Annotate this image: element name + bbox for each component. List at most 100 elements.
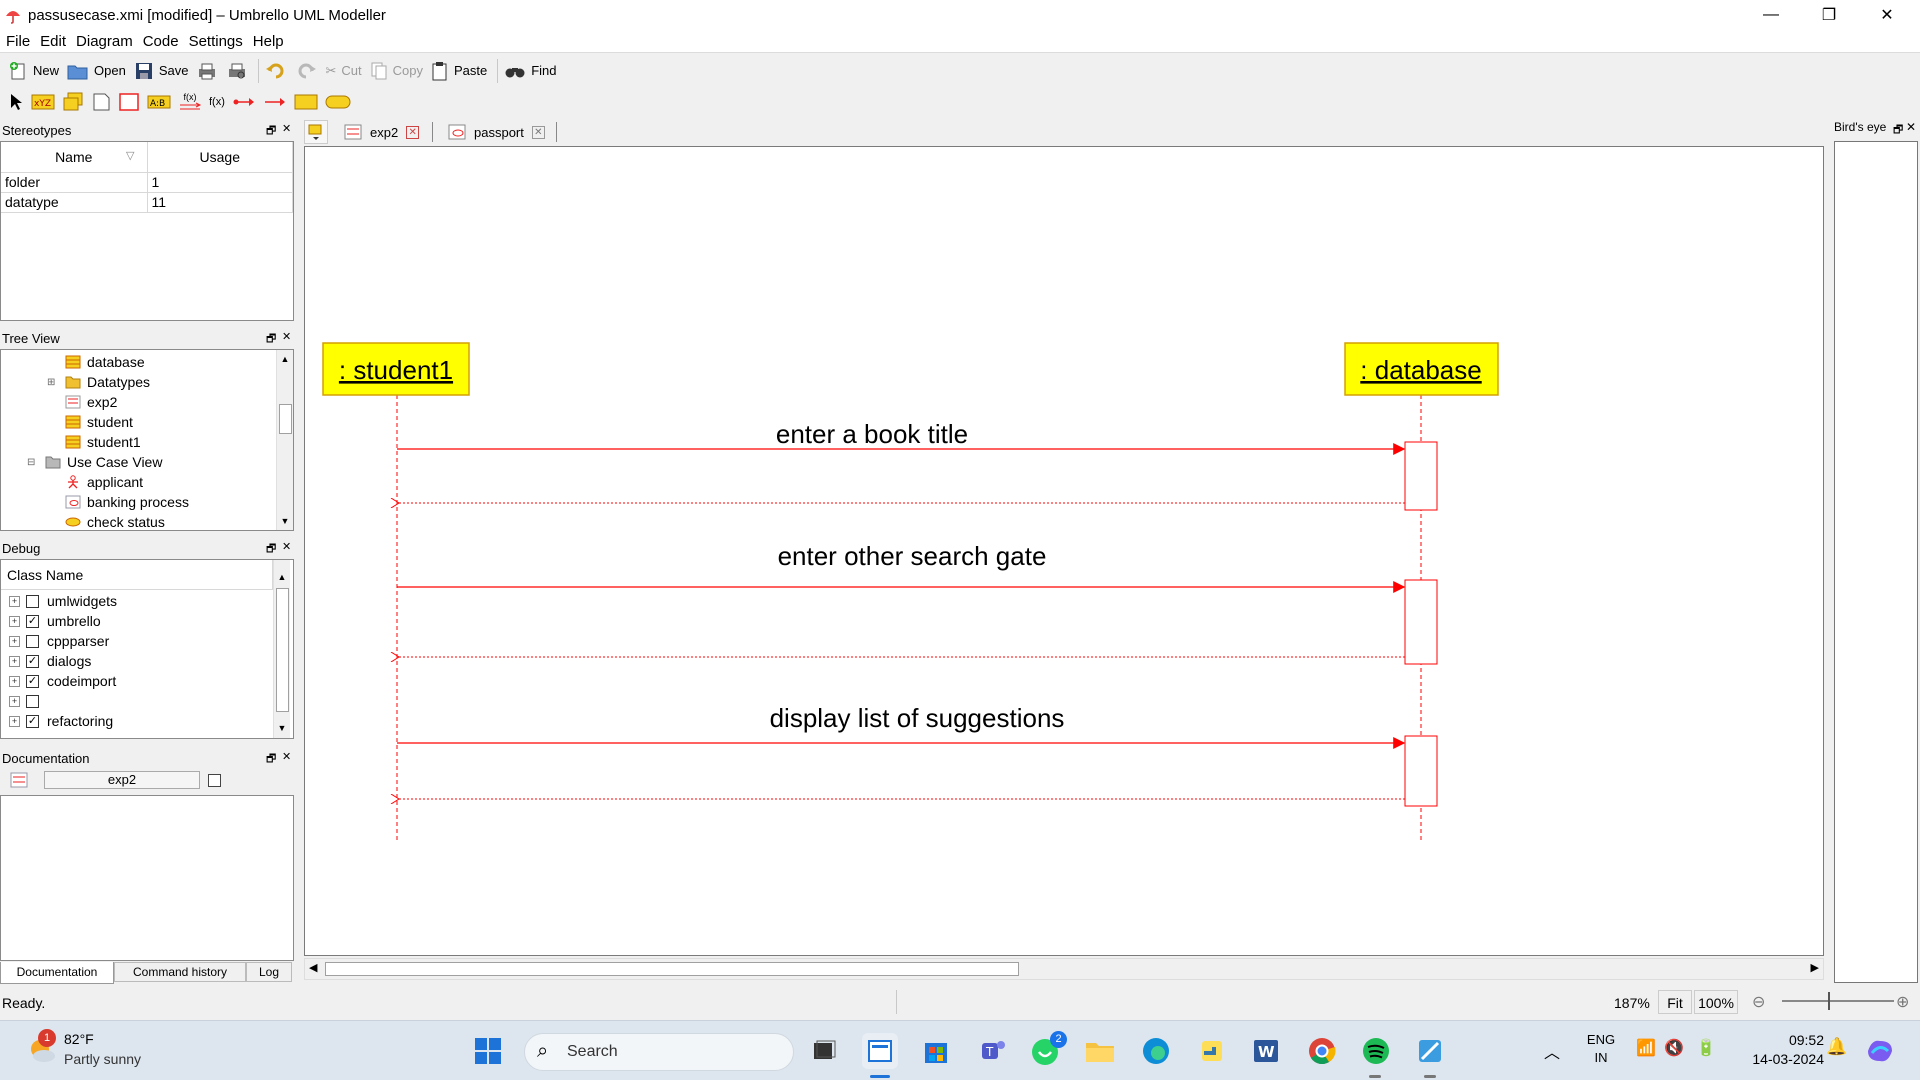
- debug-row-dialogs[interactable]: + ✓ dialogs: [9, 651, 91, 671]
- float-icon[interactable]: 🗗: [266, 330, 276, 349]
- copy-button[interactable]: Copy: [368, 57, 429, 85]
- wifi-icon[interactable]: 📶: [1636, 1038, 1656, 1058]
- zoom-out-icon[interactable]: ⊖: [1752, 992, 1765, 1012]
- box-tool-icon[interactable]: [118, 92, 140, 112]
- note-tool-icon[interactable]: [91, 92, 111, 112]
- expand-plus-icon[interactable]: +: [9, 615, 20, 627]
- debug-scrollbar[interactable]: ▲ ▼: [273, 560, 290, 738]
- message-label[interactable]: enter a book title: [776, 419, 968, 449]
- tab-passport[interactable]: passport ✕: [448, 120, 545, 144]
- taskbar-search-box[interactable]: ⌕ Search: [524, 1033, 794, 1071]
- column-header-name[interactable]: Name ▽: [1, 142, 148, 173]
- tab-documentation[interactable]: Documentation: [0, 962, 114, 984]
- menu-diagram[interactable]: Diagram: [76, 33, 133, 50]
- scroll-right-icon[interactable]: ▶: [1811, 961, 1819, 974]
- cut-button[interactable]: ✂ Cut: [323, 57, 367, 85]
- tree-item-student1[interactable]: student1: [65, 432, 141, 452]
- async-arrow-tool-icon[interactable]: [263, 96, 287, 108]
- menu-settings[interactable]: Settings: [189, 33, 243, 50]
- debug-row-refactoring[interactable]: + ✓ refactoring: [9, 711, 113, 731]
- menu-help[interactable]: Help: [253, 33, 284, 50]
- expand-plus-icon[interactable]: ⊞: [47, 377, 59, 388]
- edge-browser-icon[interactable]: [1138, 1033, 1174, 1069]
- tree-item-datatypes[interactable]: ⊞ Datatypes: [47, 372, 150, 392]
- tree-scrollbar[interactable]: ▲ ▼: [276, 350, 293, 530]
- birdseye-view[interactable]: [1834, 141, 1918, 983]
- expand-plus-icon[interactable]: +: [9, 595, 20, 607]
- save-button[interactable]: Save: [132, 57, 195, 85]
- tree-item-applicant[interactable]: applicant: [65, 472, 143, 492]
- paint-icon[interactable]: [1412, 1033, 1448, 1069]
- canvas-horizontal-scrollbar[interactable]: ◀ ▶: [304, 958, 1824, 980]
- menu-code[interactable]: Code: [143, 33, 179, 50]
- tree-item-database[interactable]: database: [65, 352, 145, 372]
- close-icon[interactable]: ✕: [282, 330, 291, 343]
- language-indicator[interactable]: ENG IN: [1584, 1031, 1618, 1067]
- debug-row-umlwidgets[interactable]: + umlwidgets: [9, 591, 117, 611]
- tab-close-icon[interactable]: ✕: [531, 125, 545, 139]
- expand-plus-icon[interactable]: +: [9, 715, 20, 727]
- documentation-checkbox[interactable]: [208, 773, 221, 787]
- documentation-textarea[interactable]: [0, 795, 294, 961]
- debug-row-codeimport[interactable]: + ✓ codeimport: [9, 671, 116, 691]
- scroll-thumb[interactable]: [279, 404, 292, 434]
- find-button[interactable]: Find: [502, 57, 562, 85]
- debug-row-empty[interactable]: +: [9, 691, 47, 711]
- checkbox-checked[interactable]: ✓: [26, 674, 39, 688]
- new-button[interactable]: New: [6, 57, 65, 85]
- print-button[interactable]: [194, 57, 224, 85]
- word-icon[interactable]: W: [1248, 1033, 1284, 1069]
- state-tool-icon[interactable]: [325, 93, 351, 111]
- activation-box[interactable]: [1404, 579, 1438, 665]
- tab-command-history[interactable]: Command history: [114, 962, 246, 982]
- show-hidden-icons-chevron-icon[interactable]: ︿: [1544, 1039, 1560, 1063]
- float-icon[interactable]: 🗗: [1893, 121, 1903, 140]
- multi-object-tool-icon[interactable]: [62, 92, 84, 112]
- tab-list-button[interactable]: [304, 120, 328, 144]
- python-icon[interactable]: [1194, 1033, 1230, 1069]
- scroll-down-icon[interactable]: ▼: [274, 720, 290, 736]
- scroll-up-icon[interactable]: ▲: [277, 351, 293, 367]
- tab-close-icon[interactable]: ✕: [406, 125, 420, 139]
- zoom-slider-handle[interactable]: [1828, 992, 1830, 1010]
- sync-arrow-tool-icon[interactable]: [232, 96, 256, 108]
- zoom-slider[interactable]: [1782, 992, 1894, 1010]
- scroll-thumb[interactable]: [325, 962, 1019, 976]
- expand-plus-icon[interactable]: +: [9, 655, 20, 667]
- weather-widget[interactable]: 1 82°F Partly sunny: [20, 1029, 170, 1073]
- scroll-down-icon[interactable]: ▼: [277, 513, 293, 529]
- spotify-icon[interactable]: [1358, 1033, 1394, 1069]
- tree-item-banking-process[interactable]: banking process: [65, 492, 189, 512]
- float-icon[interactable]: 🗗: [266, 122, 276, 141]
- teams-icon[interactable]: T: [974, 1033, 1010, 1069]
- debug-column-header[interactable]: Class Name: [1, 560, 273, 590]
- tree-item-student[interactable]: student: [65, 412, 133, 432]
- checkbox[interactable]: [26, 694, 39, 708]
- copilot-icon[interactable]: [1862, 1033, 1898, 1069]
- table-row[interactable]: folder 1: [1, 172, 293, 193]
- battery-icon[interactable]: 🔋: [1696, 1038, 1716, 1058]
- scroll-thumb[interactable]: [276, 588, 289, 712]
- chrome-icon[interactable]: [1304, 1033, 1340, 1069]
- column-header-usage[interactable]: Usage: [147, 142, 293, 173]
- expand-plus-icon[interactable]: +: [9, 695, 20, 707]
- paste-button[interactable]: Paste: [429, 57, 493, 85]
- close-window-button[interactable]: ✕: [1858, 0, 1916, 30]
- object-student1[interactable]: : student1: [322, 342, 470, 396]
- tree-item-use-case-view[interactable]: ⊟ Use Case View: [27, 452, 162, 472]
- activation-box[interactable]: [1404, 441, 1438, 511]
- undo-button[interactable]: [263, 57, 293, 85]
- scroll-left-icon[interactable]: ◀: [309, 961, 317, 974]
- notification-bell-icon[interactable]: 🔔: [1826, 1037, 1847, 1057]
- redo-button[interactable]: [293, 57, 323, 85]
- umbrello-taskbar-icon[interactable]: [862, 1033, 898, 1069]
- float-icon[interactable]: 🗗: [266, 540, 276, 559]
- microsoft-store-icon[interactable]: [918, 1033, 954, 1069]
- checkbox-checked[interactable]: ✓: [26, 614, 39, 628]
- text-tool-icon[interactable]: A:B: [147, 92, 171, 112]
- zoom-reset-button[interactable]: 100%: [1694, 990, 1738, 1014]
- zoom-in-icon[interactable]: ⊕: [1896, 992, 1909, 1012]
- restore-button[interactable]: ❐: [1800, 0, 1858, 30]
- checkbox[interactable]: [26, 634, 39, 648]
- message-label[interactable]: enter other search gate: [778, 541, 1047, 571]
